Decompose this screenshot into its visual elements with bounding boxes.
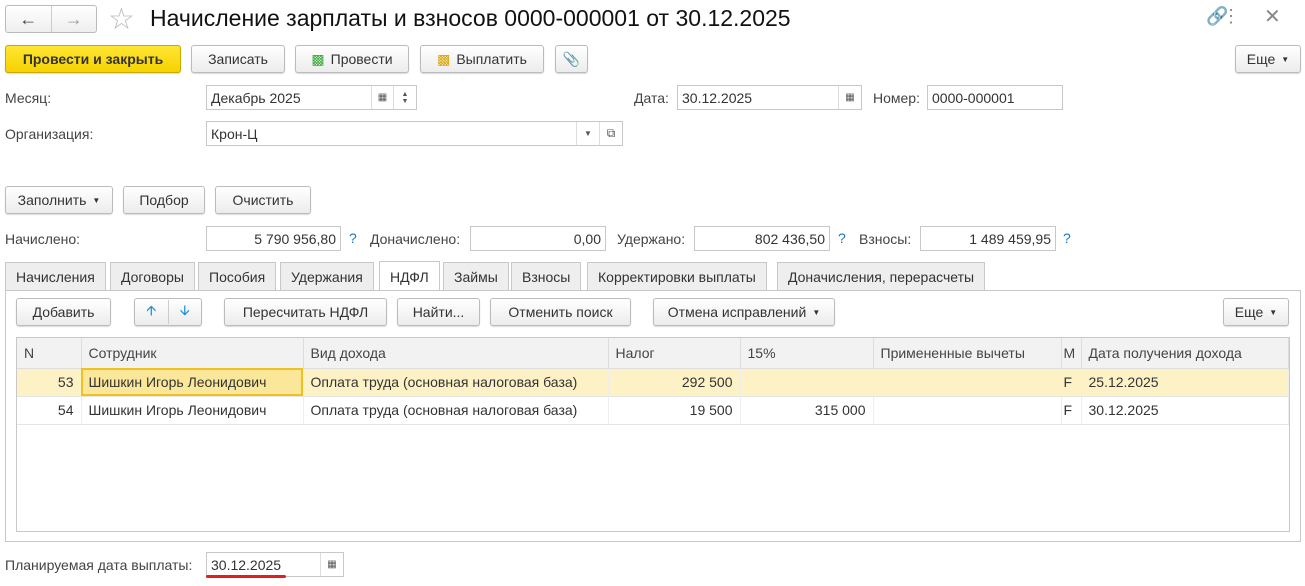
clear-button[interactable]: Очистить (215, 186, 311, 214)
column-header[interactable]: Дата получения дохода (1081, 338, 1289, 369)
open-icon[interactable]: ⧉ (599, 122, 622, 145)
calendar-icon[interactable]: ▦ (838, 86, 861, 109)
back-arrow-icon[interactable]: ← (6, 6, 52, 32)
help-icon[interactable]: ? (838, 230, 846, 246)
post-document-icon: ▩ (311, 50, 325, 67)
tab-recalculations[interactable]: Доначисления, перерасчеты (777, 262, 986, 290)
chevron-down-icon: ▼ (1269, 307, 1278, 317)
tab-accruals[interactable]: Начисления (5, 262, 106, 290)
attach-button[interactable]: 📎 (555, 45, 588, 73)
close-icon[interactable]: ✕ (1264, 4, 1281, 29)
number-field[interactable]: 0000-000001 (927, 85, 1063, 110)
column-header[interactable]: Налог (608, 338, 741, 369)
more-vertical-icon[interactable]: ⋮ (1222, 6, 1240, 27)
highlight-underline (206, 575, 286, 578)
find-button[interactable]: Найти... (397, 298, 480, 326)
post-button[interactable]: ▩ Провести (295, 45, 409, 73)
table-row[interactable]: 54 Шишкин Игорь Леонидович Оплата труда … (17, 396, 1289, 425)
move-buttons: 🡩 🡫 (134, 298, 202, 326)
column-header[interactable]: Сотрудник (81, 338, 304, 369)
tab-contracts[interactable]: Договоры (110, 262, 195, 290)
column-header[interactable]: 15% (740, 338, 874, 369)
add-button[interactable]: Добавить (16, 298, 111, 326)
month-field[interactable]: Декабрь 2025 ▦ ▲ ▼ (206, 85, 417, 110)
calendar-icon[interactable]: ▦ (320, 553, 343, 576)
chevron-down-icon: ▼ (812, 307, 821, 317)
pay-date-field[interactable]: 30.12.2025 ▦ (206, 552, 344, 577)
chevron-down-icon: ▼ (1281, 54, 1290, 64)
help-icon[interactable]: ? (1063, 230, 1071, 246)
month-stepper[interactable]: ▲ ▼ (393, 86, 416, 109)
tab-loans[interactable]: Займы (443, 262, 509, 290)
contrib-label: Взносы: (859, 231, 912, 247)
cancel-search-button[interactable]: Отменить поиск (490, 298, 631, 326)
date-label: Дата: (634, 90, 669, 106)
accrued-label: Начислено: (5, 231, 81, 247)
tab-contributions[interactable]: Взносы (511, 262, 582, 290)
accrued-field: 5 790 956,80 (206, 226, 341, 251)
column-header[interactable]: Примененные вычеты (873, 338, 1062, 369)
arrow-down-icon[interactable]: 🡫 (169, 300, 202, 324)
page-title: Начисление зарплаты и взносов 0000-00000… (150, 5, 791, 31)
cancel-fixes-button[interactable]: Отмена исправлений ▼ (653, 298, 835, 326)
tab-ndfl[interactable]: НДФЛ (379, 261, 440, 291)
withheld-label: Удержано: (617, 231, 686, 247)
paperclip-icon: 📎 (562, 50, 581, 67)
column-header[interactable]: Вид дохода (303, 338, 609, 369)
contrib-field: 1 489 459,95 (920, 226, 1056, 251)
calendar-icon[interactable]: ▦ (371, 86, 393, 109)
number-label: Номер: (873, 90, 920, 106)
column-header[interactable]: М (1061, 338, 1082, 369)
tab-deductions[interactable]: Удержания (280, 262, 374, 290)
help-icon[interactable]: ? (349, 230, 357, 246)
ndfl-table: N Сотрудник Вид дохода Налог 15% Примене… (16, 337, 1290, 532)
date-field[interactable]: 30.12.2025 ▦ (677, 85, 862, 110)
pay-button[interactable]: ▩ Выплатить (420, 45, 544, 73)
table-more-button[interactable]: Еще ▼ (1223, 298, 1289, 326)
post-and-close-button[interactable]: Провести и закрыть (5, 45, 181, 73)
extra-field: 0,00 (470, 226, 606, 251)
chevron-down-icon: ▼ (92, 195, 101, 205)
column-header[interactable]: N (17, 338, 82, 369)
month-label: Месяц: (5, 90, 52, 106)
recalc-ndfl-button[interactable]: Пересчитать НДФЛ (224, 298, 387, 326)
extra-label: Доначислено: (370, 231, 461, 247)
pay-coins-icon: ▩ (437, 50, 451, 67)
withheld-field: 802 436,50 (694, 226, 830, 251)
fill-button[interactable]: Заполнить ▼ (5, 186, 113, 214)
forward-arrow-icon[interactable]: → (52, 6, 97, 32)
favorite-star-icon[interactable]: ☆ (108, 2, 135, 37)
tab-benefits[interactable]: Пособия (198, 262, 277, 290)
nav-buttons: ← → (5, 5, 97, 33)
table-row[interactable]: 53 Шишкин Игорь Леонидович Оплата труда … (17, 368, 1289, 397)
pay-date-label: Планируемая дата выплаты: (5, 557, 193, 573)
table-header: N Сотрудник Вид дохода Налог 15% Примене… (17, 338, 1289, 369)
organization-field[interactable]: Крон-Ц ▼ ⧉ (206, 121, 623, 146)
organization-label: Организация: (5, 126, 94, 142)
arrow-up-icon[interactable]: 🡩 (135, 300, 169, 324)
tab-payment-adjustments[interactable]: Корректировки выплаты (587, 262, 767, 290)
save-button[interactable]: Записать (191, 45, 285, 73)
more-button[interactable]: Еще ▼ (1235, 45, 1301, 73)
chevron-down-icon[interactable]: ▼ (576, 122, 599, 145)
select-button[interactable]: Подбор (123, 186, 205, 214)
